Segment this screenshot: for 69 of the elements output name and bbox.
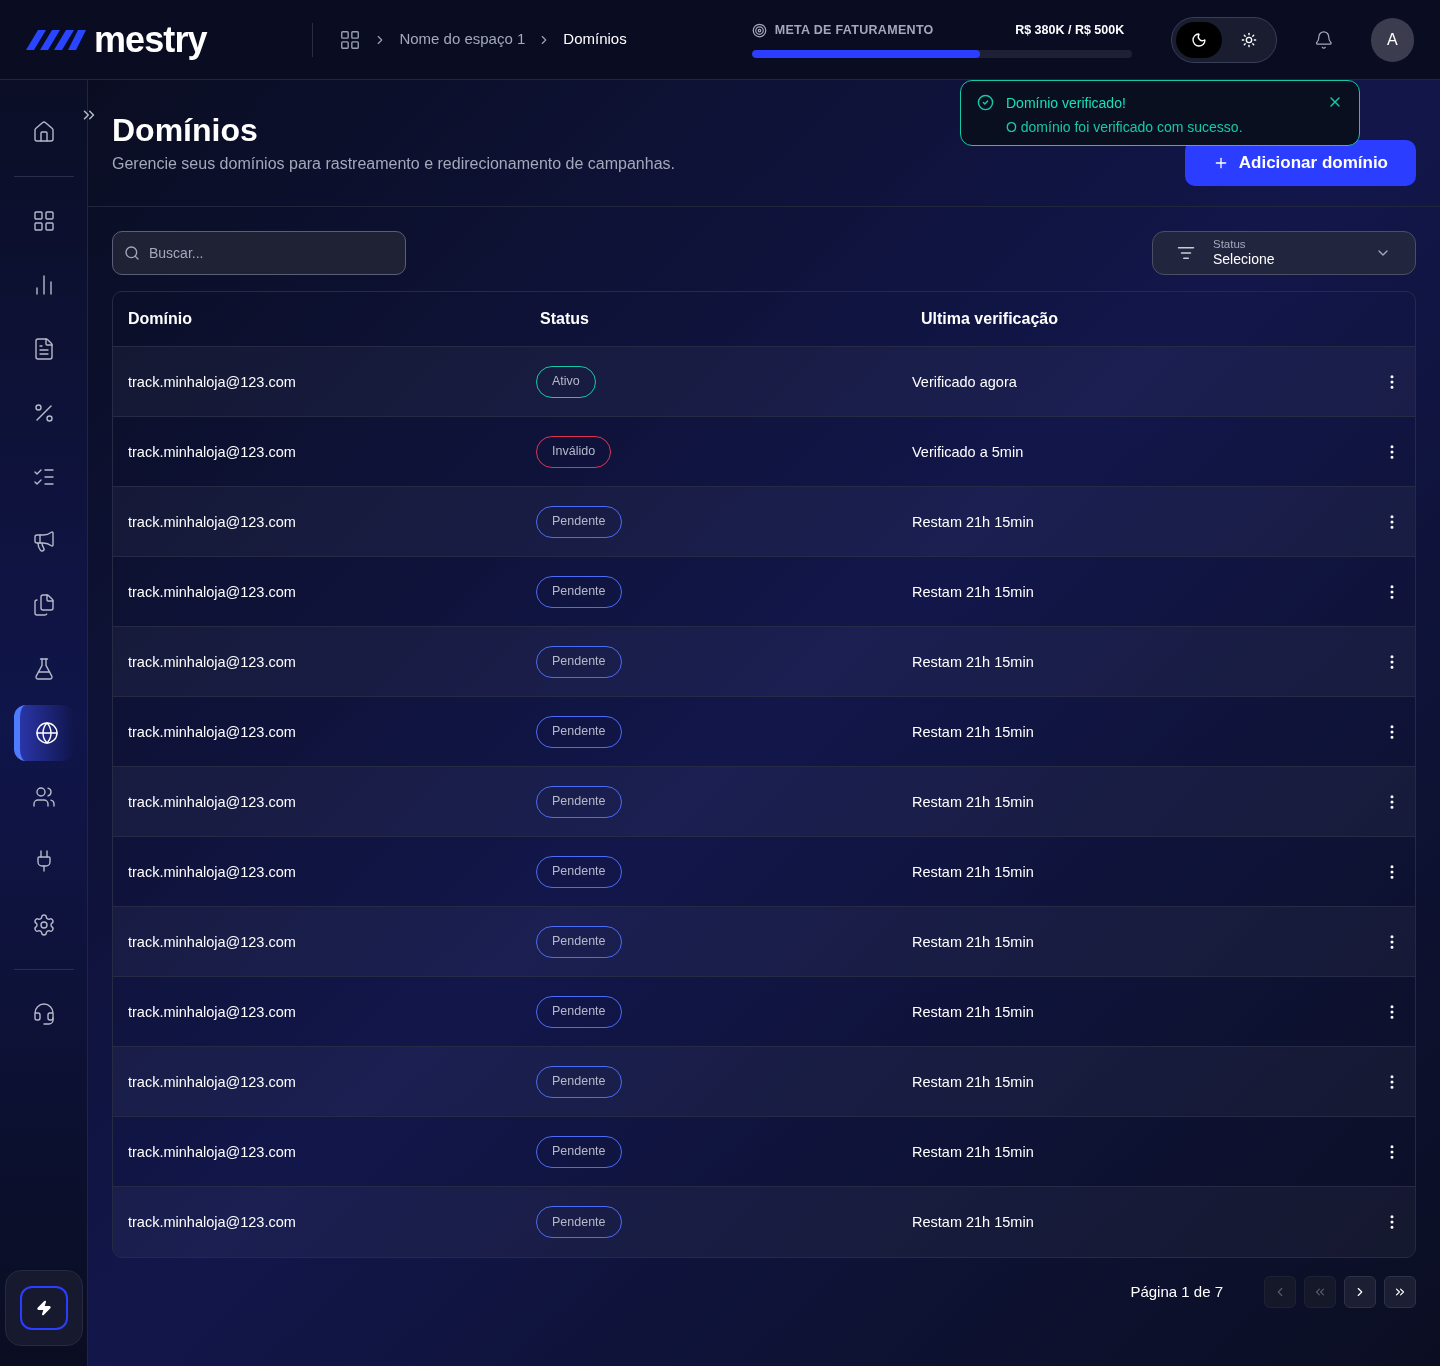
last-check-cell: Verificado a 5min <box>912 443 1024 460</box>
goal-reading: R$ 380K / R$ 500K <box>1015 22 1125 40</box>
last-check-cell: Restam 21h 15min <box>912 583 1034 600</box>
files-icon <box>31 593 56 617</box>
breadcrumb-link[interactable]: Domínios <box>563 28 627 51</box>
headset-icon <box>31 1002 56 1026</box>
sun-icon <box>1241 31 1258 48</box>
last-check-cell: Verificado agora <box>912 373 1017 390</box>
target-icon <box>751 23 767 38</box>
grid-icon <box>31 209 56 233</box>
last-check-cell: Restam 21h 15min <box>912 1143 1034 1160</box>
domain-cell: track.minhaloja@123.com <box>128 1003 296 1020</box>
domain-cell: track.minhaloja@123.com <box>128 583 296 600</box>
sidebar-item[interactable] <box>13 705 74 761</box>
domain-cell: track.minhaloja@123.com <box>128 793 296 810</box>
domain-cell: track.minhaloja@123.com <box>128 933 296 950</box>
last-check-cell: Restam 21h 15min <box>912 933 1034 950</box>
toast-title: Domínio verificado! <box>1006 94 1127 113</box>
domain-cell: track.minhaloja@123.com <box>128 653 296 670</box>
status-filter-dropdown[interactable]: Status Selecione <box>1152 231 1416 275</box>
search-icon <box>124 245 140 261</box>
last-page-button[interactable] <box>1384 1276 1416 1308</box>
page-indicator: Página 1 de 7 <box>1130 1281 1223 1302</box>
theme-option[interactable] <box>1176 21 1223 58</box>
moon-icon <box>1191 31 1208 48</box>
column-header: Status <box>540 310 589 327</box>
last-check-cell: Restam 21h 15min <box>912 653 1034 670</box>
grid-icon[interactable] <box>339 28 362 51</box>
goal-label: META DE FATURAMENTO <box>774 22 934 40</box>
domain-cell: track.minhaloja@123.com <box>128 513 296 530</box>
filter-label: Status <box>1213 237 1247 252</box>
last-check-cell: Restam 21h 15min <box>912 1214 1034 1230</box>
domain-cell: track.minhaloja@123.com <box>128 373 296 390</box>
quick-action-button[interactable] <box>19 1286 68 1330</box>
users-icon <box>31 785 56 809</box>
breadcrumb-link[interactable]: Nome do espaço 1 <box>399 28 526 51</box>
globe-icon <box>34 721 59 745</box>
domain-cell: track.minhaloja@123.com <box>128 1073 296 1090</box>
last-check-cell: Restam 21h 15min <box>912 863 1034 880</box>
search-field[interactable]: Buscar... <box>112 231 406 275</box>
filter-value: Selecione <box>1213 251 1276 269</box>
filter-icon <box>1177 244 1195 262</box>
lightning-icon <box>35 1300 52 1316</box>
column-header: Ultima verificação <box>921 310 1058 327</box>
add-domain-button[interactable]: Adicionar domínio <box>1184 140 1416 186</box>
user-avatar[interactable]: A <box>1370 17 1414 62</box>
notification-bell-icon[interactable] <box>1314 29 1334 50</box>
domain-cell: track.minhaloja@123.com <box>128 443 296 460</box>
logo-wordmark: mestry <box>94 21 207 58</box>
column-header: Domínio <box>128 310 192 327</box>
domain-cell: track.minhaloja@123.com <box>128 723 296 740</box>
theme-toggle[interactable] <box>1171 16 1278 63</box>
double-chevron-left-icon <box>1313 1285 1327 1299</box>
page-title: Domínios <box>112 111 259 150</box>
last-check-cell: Restam 21h 15min <box>912 1003 1034 1020</box>
last-check-cell: Restam 21h 15min <box>912 1073 1034 1090</box>
toast-message: O domínio foi verificado com sucesso. <box>1006 118 1244 137</box>
megaphone-icon <box>31 529 56 553</box>
domain-cell: track.minhaloja@123.com <box>128 1214 296 1230</box>
settings-icon <box>31 913 56 937</box>
last-check-cell: Restam 21h 15min <box>912 723 1034 740</box>
double-chevron-right-icon <box>1393 1285 1407 1299</box>
last-check-cell: Restam 21h 15min <box>912 513 1034 530</box>
domain-cell: track.minhaloja@123.com <box>128 863 296 880</box>
domain-cell: track.minhaloja@123.com <box>128 1143 296 1160</box>
last-check-cell: Restam 21h 15min <box>912 793 1034 810</box>
home-icon <box>31 120 56 144</box>
page-subtitle: Gerencie seus domínios para rastreamento e redirecionamento de campanhas. <box>112 154 675 174</box>
check-circle-icon <box>977 94 994 111</box>
